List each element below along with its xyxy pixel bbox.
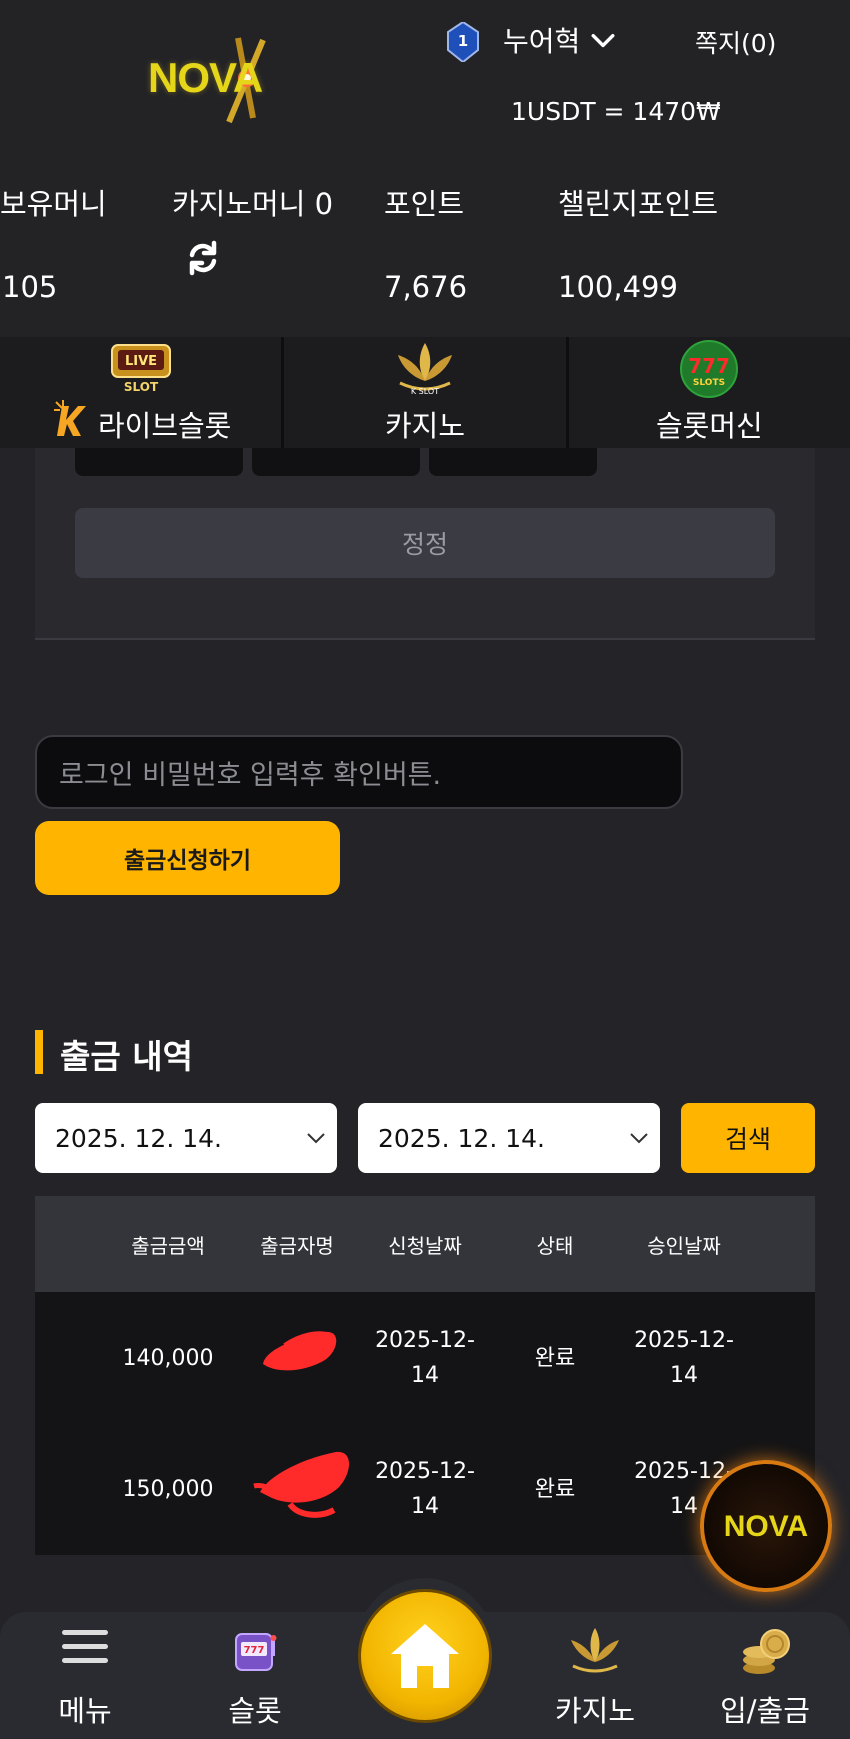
- chevron-down-icon: [630, 1133, 648, 1144]
- amount-chip[interactable]: [429, 448, 597, 476]
- col-status: 상태: [536, 1234, 574, 1258]
- row-request-date-line2: 14: [411, 1363, 439, 1388]
- row-approve-date-line2: 14: [670, 1363, 698, 1388]
- challenge-point-value: 100,499: [558, 270, 678, 304]
- hamburger-menu-icon: [62, 1630, 108, 1663]
- tab-slot-machine[interactable]: 777 SLOTS 슬롯머신: [569, 337, 850, 448]
- svg-text:SLOT: SLOT: [124, 380, 159, 394]
- kslot-lotus-icon: K SLOT: [397, 343, 452, 396]
- row-amount: 150,000: [122, 1477, 214, 1502]
- home-icon: [391, 1624, 459, 1688]
- challenge-point-label: 챌린지포인트: [558, 187, 719, 221]
- col-approve-date: 승인날짜: [647, 1234, 721, 1258]
- redaction-scribble: [253, 1451, 349, 1518]
- messages-link[interactable]: 쪽지(0): [695, 24, 776, 60]
- svg-text:777: 777: [244, 1645, 265, 1656]
- amount-chip[interactable]: [75, 448, 243, 476]
- date-from-select[interactable]: 2025. 12. 14.: [35, 1103, 337, 1173]
- casino-money-label: 카지노머니 0: [172, 187, 334, 221]
- holding-money-label: 보유머니: [0, 187, 107, 221]
- col-amount: 출금금액: [131, 1234, 205, 1258]
- tab-casino-label: 카지노: [384, 409, 466, 443]
- table-header: 출금금액 출금자명 신청날짜 상태 승인날짜: [35, 1196, 815, 1292]
- nav-casino-label: 카지노: [554, 1694, 636, 1728]
- nav-banking[interactable]: 입/출금: [695, 1612, 835, 1739]
- password-input[interactable]: 로그인 비밀번호 입력후 확인버튼.: [35, 735, 683, 809]
- search-button[interactable]: 검색: [681, 1103, 815, 1173]
- top-header: NOVA 1 누어혁 쪽지(0) 1USDT = 1470₩ 보유머니 105 …: [0, 0, 850, 337]
- redaction-scribble: [263, 1331, 337, 1371]
- row-request-date: 2025-12- 14: [360, 1454, 490, 1524]
- date-to-value: 2025. 12. 14.: [378, 1123, 545, 1153]
- nav-casino[interactable]: 카지노: [525, 1612, 665, 1739]
- nav-menu-label: 메뉴: [58, 1694, 112, 1728]
- username: 누어혁: [503, 25, 581, 58]
- point-value: 7,676: [384, 270, 468, 304]
- point-label: 포인트: [384, 187, 465, 221]
- svg-text:K SLOT: K SLOT: [411, 387, 439, 396]
- date-to-select[interactable]: 2025. 12. 14.: [358, 1103, 660, 1173]
- withdraw-request-button[interactable]: 출금신청하기: [35, 821, 340, 895]
- svg-text:777: 777: [688, 354, 730, 378]
- row-request-date-line1: 2025-12-: [375, 1459, 475, 1484]
- nav-banking-label: 입/출금: [720, 1694, 810, 1728]
- row-request-date: 2025-12- 14: [360, 1323, 490, 1393]
- chevron-down-icon: [307, 1133, 325, 1144]
- row-approve-date-line1: 2025-12-: [634, 1328, 734, 1353]
- nav-menu[interactable]: 메뉴: [15, 1612, 155, 1739]
- tab-live-slot[interactable]: LIVE SLOT 라이브슬롯: [0, 337, 285, 448]
- category-tabs: LIVE SLOT 라이브슬롯 K SLOT 카지노 777 SLOTS 슬롯머…: [0, 337, 850, 448]
- level-badge-icon: 1: [447, 20, 479, 64]
- kslot-lotus-icon: [571, 1628, 619, 1673]
- coins-icon: [743, 1629, 790, 1674]
- slot-machine-icon: 777: [235, 1633, 277, 1671]
- section-title: 출금 내역: [60, 1037, 193, 1076]
- col-name: 출금자명: [260, 1234, 334, 1258]
- svg-text:LIVE: LIVE: [125, 354, 157, 369]
- row-request-date-line2: 14: [411, 1494, 439, 1519]
- exchange-rate: 1USDT = 1470₩: [511, 97, 721, 126]
- reset-button[interactable]: 정정: [75, 508, 775, 578]
- floating-nova-button[interactable]: NOVA: [700, 1460, 832, 1592]
- row-amount: 140,000: [122, 1346, 214, 1371]
- row-approve-date: 2025-12- 14: [619, 1323, 749, 1393]
- row-request-date-line1: 2025-12-: [375, 1328, 475, 1353]
- table-body: 140,000 2025-12- 14 완료 2025-12- 14 150,0…: [35, 1292, 815, 1555]
- amount-panel: 정정: [35, 448, 815, 640]
- tab-slot-machine-label: 슬롯머신: [655, 409, 763, 443]
- amount-chip[interactable]: [252, 448, 420, 476]
- date-from-value: 2025. 12. 14.: [55, 1123, 222, 1153]
- logo-text: NOVA: [148, 54, 263, 101]
- row-approve-date-line2: 14: [670, 1494, 698, 1519]
- nav-slot-label: 슬롯: [228, 1694, 282, 1728]
- chevron-down-icon: [591, 33, 615, 48]
- 777-slots-icon: 777 SLOTS: [680, 340, 739, 398]
- refresh-icon[interactable]: [185, 240, 221, 276]
- row-status: 완료: [534, 1346, 576, 1371]
- holding-money-value: 105: [2, 270, 58, 304]
- svg-text:SLOTS: SLOTS: [693, 378, 725, 388]
- floating-logo-text: NOVA: [723, 1510, 809, 1543]
- row-status: 완료: [534, 1477, 576, 1502]
- user-dropdown[interactable]: 누어혁: [503, 20, 616, 60]
- tab-live-slot-label: 라이브슬롯: [97, 409, 232, 443]
- nav-slot[interactable]: 777 슬롯: [185, 1612, 325, 1739]
- home-button[interactable]: [358, 1589, 492, 1723]
- live-slot-icon: LIVE SLOT: [110, 344, 171, 394]
- section-accent-bar: [35, 1030, 43, 1074]
- tab-casino[interactable]: K SLOT 카지노: [284, 337, 569, 448]
- level-number: 1: [457, 32, 469, 50]
- col-request-date: 신청날짜: [388, 1234, 462, 1258]
- nova-logo[interactable]: NOVA: [143, 30, 323, 128]
